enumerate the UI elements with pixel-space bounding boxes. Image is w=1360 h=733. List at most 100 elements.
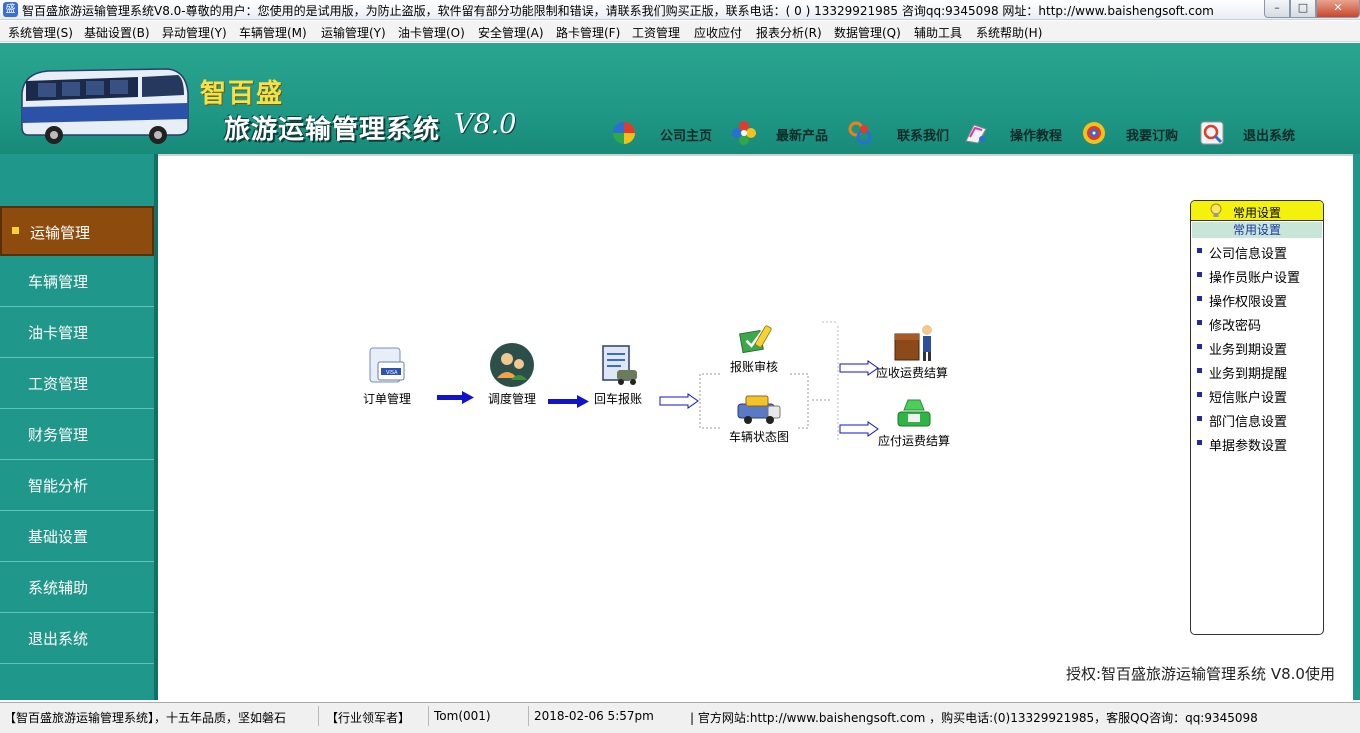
- sidebar-item-payroll[interactable]: 工资管理: [0, 359, 154, 409]
- receivable-cash-icon: [894, 325, 932, 361]
- status-contact: | 官方网站:http://www.baishengsoft.com ，购买电话…: [690, 711, 1258, 725]
- product-version: V8.0: [454, 109, 517, 140]
- settings-item-label: 短信账户设置: [1209, 391, 1288, 406]
- status-separator: [318, 706, 319, 726]
- sidebar-item-label: 油卡管理: [28, 324, 89, 342]
- sidebar-item-finance[interactable]: 财务管理: [0, 410, 154, 460]
- sidebar-item-basic-settings[interactable]: 基础设置: [0, 512, 154, 562]
- menu-system[interactable]: 系统管理(S): [8, 24, 73, 41]
- flow-node-label: 应收运费结算: [876, 366, 949, 380]
- bullet-icon: [1197, 392, 1202, 397]
- settings-panel-subtitle: 常用设置: [1192, 222, 1322, 238]
- sidebar-item-analysis[interactable]: 智能分析: [0, 461, 154, 511]
- sidebar-item-label: 车辆管理: [28, 273, 89, 291]
- sidebar-item-transport[interactable]: 运输管理: [0, 206, 154, 256]
- flow-node-label: 调度管理: [487, 392, 536, 406]
- flow-node-label: 报账审核: [729, 360, 778, 374]
- bus-image: [21, 68, 189, 144]
- menu-safety[interactable]: 安全管理(A): [478, 24, 544, 41]
- svg-text:VISA: VISA: [386, 370, 398, 376]
- bullet-icon: [1197, 296, 1202, 301]
- sidebar-item-fuel-card[interactable]: 油卡管理: [0, 308, 154, 358]
- status-bar: 【智百盛旅游运输管理系统】，十五年品质，坚如磐石 【行业领军者】 Tom(001…: [0, 702, 1360, 733]
- flow-node-payable[interactable]: 应付运费结算: [874, 398, 954, 449]
- close-button[interactable]: ✕: [1316, 0, 1360, 18]
- menu-data[interactable]: 数据管理(Q): [834, 24, 901, 41]
- menu-reports[interactable]: 报表分析(R): [756, 24, 822, 41]
- flow-node-vehicle-status[interactable]: 车辆状态图: [724, 392, 794, 445]
- sidebar-item-label: 基础设置: [28, 528, 89, 546]
- settings-panel-header: 常用设置: [1191, 201, 1323, 221]
- exit-icon: [1200, 121, 1224, 145]
- tutorial-icon: [965, 124, 987, 144]
- audit-check-icon: [739, 325, 772, 354]
- sidebar-item-exit[interactable]: 退出系统: [0, 614, 154, 664]
- sidebar-item-label: 运输管理: [30, 224, 91, 242]
- menu-basic-settings[interactable]: 基础设置(B): [84, 24, 150, 41]
- flow-node-return-settlement[interactable]: 回车报账: [588, 342, 648, 407]
- nav-label: 最新产品: [776, 129, 829, 144]
- flow-node-audit[interactable]: 报账审核: [722, 322, 786, 375]
- menu-tools[interactable]: 辅助工具: [914, 24, 962, 41]
- nav-label: 操作教程: [1010, 129, 1063, 144]
- bullet-icon: [1197, 272, 1202, 277]
- contact-swirl-icon: [848, 121, 872, 145]
- status-separator: [528, 706, 529, 726]
- menu-help[interactable]: 系统帮助(H): [976, 24, 1042, 41]
- sidebar-item-label: 系统辅助: [28, 579, 89, 597]
- flow-node-label: 车辆状态图: [728, 430, 789, 444]
- flow-node-label: 应付运费结算: [877, 434, 950, 448]
- settings-item-label: 业务到期设置: [1209, 343, 1288, 358]
- menu-fuel-card[interactable]: 油卡管理(O): [398, 24, 465, 41]
- settings-item-label: 修改密码: [1209, 319, 1262, 334]
- nav-label: 我要订购: [1126, 129, 1179, 144]
- flow-node-receivable[interactable]: 应收运费结算: [876, 322, 954, 381]
- dispatch-people-icon: [490, 343, 534, 387]
- status-separator: [428, 706, 429, 726]
- bullet-icon: [1197, 344, 1202, 349]
- menu-receivables[interactable]: 应收应付: [694, 24, 742, 41]
- main-right-border: [1353, 154, 1360, 700]
- active-bullet-icon: [12, 227, 19, 234]
- lightbulb-icon: [1210, 203, 1222, 217]
- menu-vehicles[interactable]: 车辆管理(M): [239, 24, 307, 41]
- order-icon: [1083, 122, 1105, 144]
- app-icon: 盛: [3, 2, 18, 17]
- flower-icon: [732, 121, 756, 145]
- settings-item-label: 单据参数设置: [1209, 439, 1288, 454]
- sidebar-item-system-aux[interactable]: 系统辅助: [0, 563, 154, 613]
- status-leader: 【行业领军者】: [326, 711, 411, 725]
- menu-changes[interactable]: 异动管理(Y): [162, 24, 227, 41]
- status-slogan: 【智百盛旅游运输管理系统】，十五年品质，坚如磐石: [4, 711, 287, 725]
- menu-payroll[interactable]: 工资管理: [632, 24, 680, 41]
- sidebar-item-label: 财务管理: [28, 426, 89, 444]
- menu-transport[interactable]: 运输管理(Y): [321, 24, 386, 41]
- menu-bar: 系统管理(S) 基础设置(B) 异动管理(Y) 车辆管理(M) 运输管理(Y) …: [0, 21, 1360, 42]
- settings-item-label: 部门信息设置: [1209, 415, 1288, 430]
- common-settings-panel: 常用设置 常用设置 公司信息设置 操作员账户设置 操作权限设置 修改密码 业务到…: [1190, 200, 1324, 635]
- menu-road-card[interactable]: 路卡管理(F): [556, 24, 620, 41]
- order-card-icon: VISA: [369, 347, 405, 383]
- minimize-button[interactable]: –: [1264, 0, 1290, 18]
- pinwheel-icon: [613, 122, 635, 144]
- sidebar-item-label: 智能分析: [28, 477, 89, 495]
- bullet-icon: [1197, 440, 1202, 445]
- nav-label: 退出系统: [1243, 129, 1296, 144]
- product-title: 旅游运输管理系统: [224, 115, 441, 145]
- bullet-icon: [1197, 248, 1202, 253]
- flow-node-dispatch[interactable]: 调度管理: [482, 342, 542, 407]
- payable-tray-icon: [897, 399, 931, 427]
- settings-item-label: 公司信息设置: [1209, 247, 1288, 262]
- license-text: 授权:智百盛旅游运输管理系统 V8.0使用: [1066, 665, 1335, 683]
- sidebar-item-vehicles[interactable]: 车辆管理: [0, 257, 154, 307]
- flow-node-label: 订单管理: [362, 392, 411, 406]
- header-banner: 智百盛 旅游运输管理系统 V8.0 公司主页 最新产品 联系我们 操作教程 我要…: [0, 43, 1360, 154]
- maximize-button[interactable]: □: [1290, 0, 1316, 18]
- status-user: Tom(001): [434, 709, 491, 723]
- window-title: 智百盛旅游运输管理系统V8.0-尊敬的用户：您使用的是试用版，为防止盗版，软件留…: [22, 4, 1214, 18]
- flow-node-order[interactable]: VISA 订单管理: [356, 342, 418, 407]
- nav-label: 公司主页: [660, 129, 713, 144]
- app-window: 盛 智百盛旅游运输管理系统V8.0-尊敬的用户：您使用的是试用版，为防止盗版，软…: [0, 0, 1360, 733]
- settings-item-label: 业务到期提醒: [1209, 367, 1288, 382]
- return-report-icon: [602, 345, 637, 385]
